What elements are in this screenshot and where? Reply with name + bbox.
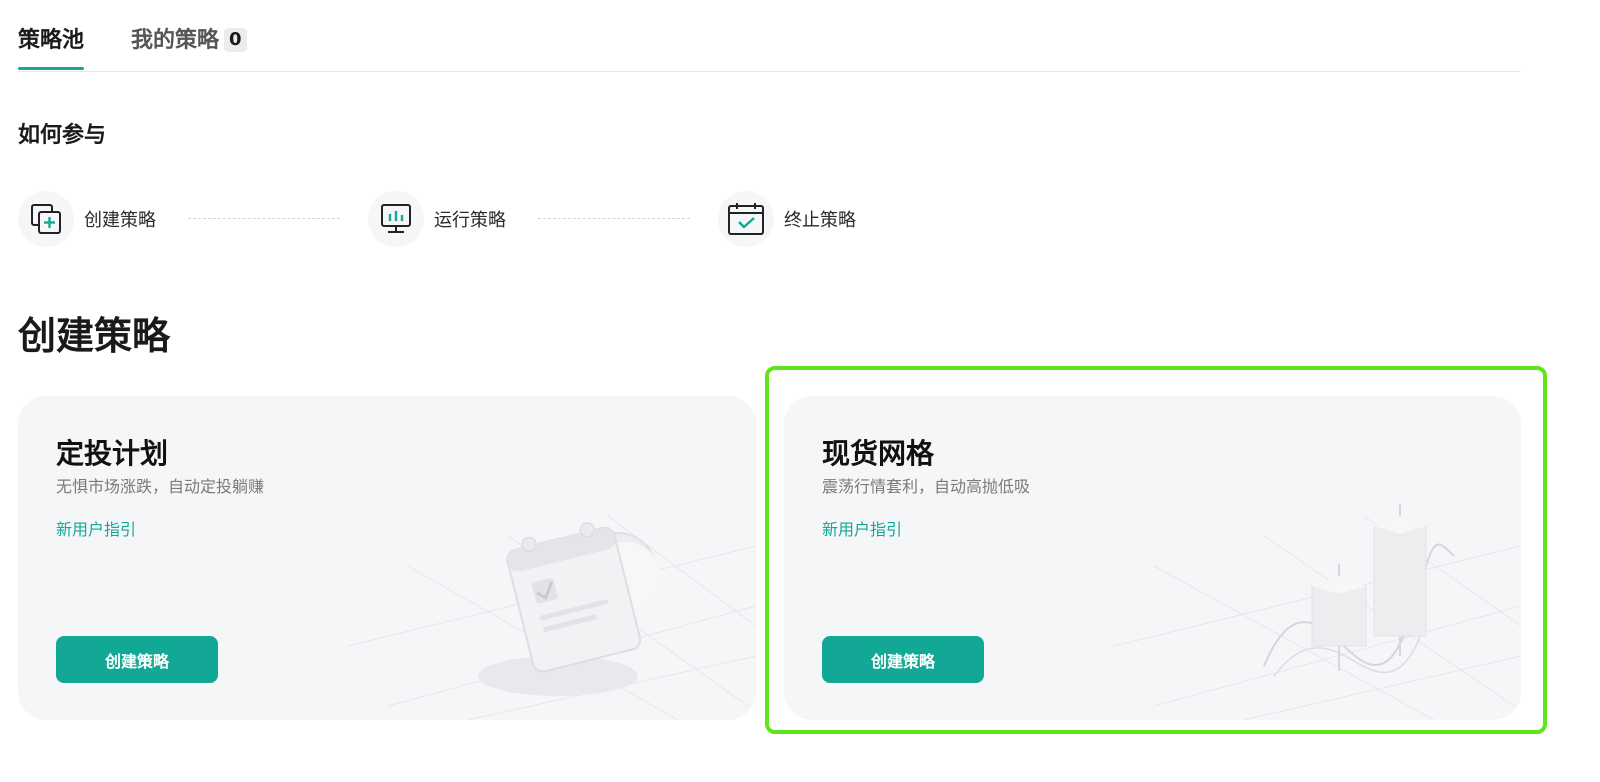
step-connector: [538, 218, 690, 219]
card-description: 震荡行情套利，自动高抛低吸: [822, 477, 1031, 496]
create-dca-strategy-button[interactable]: 创建策略: [56, 636, 218, 683]
strategy-card-spot-grid: 现货网格 震荡行情套利，自动高抛低吸 新用户指引 创建策略: [784, 396, 1521, 720]
card-title: 定投计划: [56, 437, 169, 470]
add-copy-icon: [18, 191, 74, 247]
calendar-coin-illustration: [348, 515, 756, 720]
monitor-chart-icon: [368, 191, 424, 247]
create-strategy-heading: 创建策略: [18, 314, 171, 358]
create-spot-grid-strategy-button[interactable]: 创建策略: [822, 636, 984, 683]
new-user-guide-link[interactable]: 新用户指引: [56, 519, 136, 541]
how-to-participate-title: 如何参与: [18, 123, 107, 148]
card-description: 无惧市场涨跌，自动定投躺赚: [56, 477, 265, 496]
step-connector: [188, 218, 340, 219]
strategy-card-dca: 定投计划 无惧市场涨跌，自动定投躺赚 新用户指引 创建策略: [18, 396, 756, 720]
tab-strategy-pool-label: 策略池: [18, 28, 85, 53]
step-stop-strategy: 终止策略: [718, 191, 856, 247]
new-user-guide-link[interactable]: 新用户指引: [822, 519, 902, 541]
step-run-strategy: 运行策略: [368, 191, 506, 247]
my-strategies-count-badge: 0: [224, 28, 247, 52]
step-run-strategy-label: 运行策略: [434, 210, 506, 231]
tab-my-strategies[interactable]: 我的策略 0: [131, 26, 247, 56]
tab-my-strategies-label: 我的策略: [131, 28, 220, 53]
candlestick-illustration: [1114, 504, 1521, 720]
step-create-strategy-label: 创建策略: [84, 210, 156, 231]
strategy-tabs: 策略池 我的策略 0: [18, 0, 1521, 72]
step-create-strategy: 创建策略: [18, 191, 156, 247]
tab-strategy-pool[interactable]: 策略池: [18, 26, 85, 70]
card-title: 现货网格: [822, 437, 935, 470]
calendar-check-icon: [718, 191, 774, 247]
step-stop-strategy-label: 终止策略: [784, 210, 856, 231]
